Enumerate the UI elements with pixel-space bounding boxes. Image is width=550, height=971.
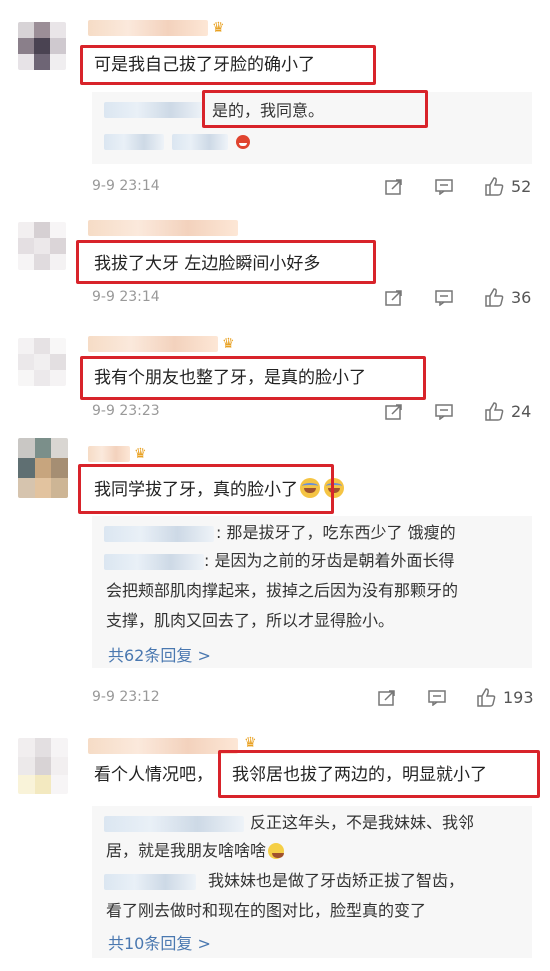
highlight-box <box>80 45 376 85</box>
highlight-box <box>78 464 334 514</box>
reply-text: 反正这年头，不是我妹妹、我邻 <box>250 813 475 832</box>
highlight-box <box>76 240 376 284</box>
reply-username[interactable] <box>104 554 204 570</box>
view-replies-link[interactable]: 共10条回复 > <box>108 930 211 954</box>
avatar[interactable] <box>18 22 66 70</box>
thumbs-up-icon[interactable] <box>484 176 504 196</box>
comment-icon[interactable] <box>435 290 453 306</box>
username[interactable] <box>88 446 130 462</box>
reply-text: : 那是拔牙了，吃东西少了 饿瘦的 <box>216 523 456 542</box>
like-count: 24 <box>511 402 532 421</box>
timestamp: 9-9 23:12 <box>92 689 160 705</box>
reply-text: : 是因为之前的牙齿是朝着外面长得 <box>204 551 455 570</box>
username[interactable] <box>88 336 218 352</box>
timestamp: 9-9 23:14 <box>92 178 160 194</box>
like-count: 52 <box>511 177 532 196</box>
reply-username[interactable] <box>104 134 164 150</box>
reply-text: 我妹妹也是做了牙齿矫正拔了智齿， <box>208 871 465 890</box>
share-icon[interactable] <box>385 179 403 195</box>
view-replies-link[interactable]: 共62条回复 > <box>108 642 211 666</box>
reply-text: 会把颊部肌肉撑起来，拔掉之后因为没有那颗牙的 <box>106 581 459 600</box>
crown-icon: ♛ <box>134 446 147 462</box>
like-count: 193 <box>503 688 534 707</box>
reply-box[interactable]: 反正这年头，不是我妹妹、我邻 居，就是我朋友啥啥啥 我妹妹也是做了牙齿矫正拔了智… <box>92 806 532 958</box>
grinning-sweat-emoji-icon <box>268 843 285 859</box>
reply-text: 居，就是我朋友啥啥啥 <box>106 838 285 864</box>
share-icon[interactable] <box>385 404 403 420</box>
avatar[interactable] <box>18 222 66 270</box>
username[interactable] <box>88 20 208 36</box>
timestamp: 9-9 23:14 <box>92 289 160 305</box>
reply-username[interactable] <box>104 526 214 542</box>
thumbs-up-icon[interactable] <box>484 287 504 307</box>
reply-box[interactable]: : 那是拔牙了，吃东西少了 饿瘦的 : 是因为之前的牙齿是朝着外面长得 会把颊部… <box>92 516 532 668</box>
like-count: 36 <box>511 288 532 307</box>
username[interactable] <box>88 738 238 754</box>
avatar[interactable] <box>18 738 68 794</box>
crown-icon: ♛ <box>212 20 225 36</box>
comment-icon[interactable] <box>435 179 453 195</box>
avatar[interactable] <box>18 338 66 386</box>
crown-icon: ♛ <box>244 735 257 751</box>
highlight-box <box>202 90 428 128</box>
highlight-box <box>80 356 426 400</box>
angry-emoji-icon <box>236 135 250 149</box>
thumbs-up-icon[interactable] <box>484 401 504 421</box>
reply-username[interactable] <box>104 816 244 832</box>
timestamp: 9-9 23:23 <box>92 403 160 419</box>
thumbs-up-icon[interactable] <box>476 687 496 707</box>
reply-text: 看了刚去做时和现在的图对比，脸型真的变了 <box>106 901 427 920</box>
share-icon[interactable] <box>378 690 396 706</box>
reply-username[interactable] <box>104 874 196 890</box>
username[interactable] <box>88 220 238 236</box>
reply-text-body: 居，就是我朋友啥啥啥 <box>106 841 267 860</box>
reply-username[interactable] <box>172 134 228 150</box>
reply-box[interactable]: 是的，我同意。 <box>92 90 532 164</box>
comment-icon[interactable] <box>435 404 453 420</box>
reply-text: 支撑，肌肉又回去了，所以才显得脸小。 <box>106 611 395 630</box>
share-icon[interactable] <box>385 290 403 306</box>
avatar[interactable] <box>18 438 68 498</box>
highlight-box <box>218 750 540 798</box>
comment-icon[interactable] <box>428 690 446 706</box>
reply-username[interactable] <box>104 102 204 118</box>
comment-text-prefix: 看个人情况吧， <box>94 765 213 785</box>
crown-icon: ♛ <box>222 336 235 352</box>
